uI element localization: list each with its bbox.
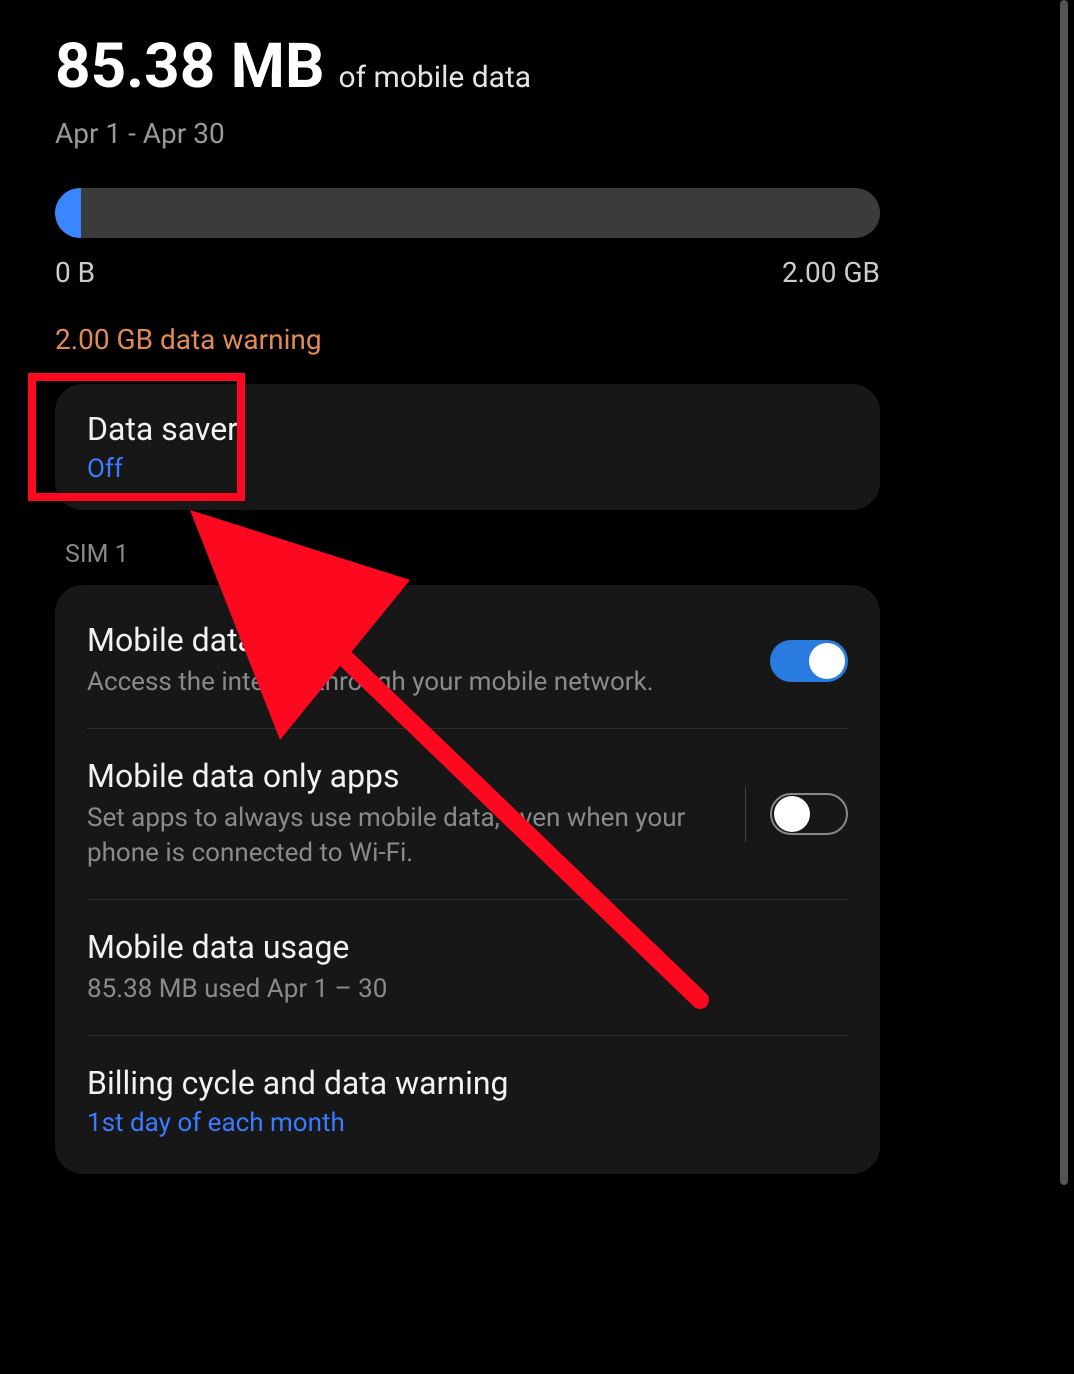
usage-progress-bar[interactable] bbox=[55, 188, 880, 238]
scrollbar[interactable] bbox=[1060, 0, 1068, 1185]
usage-headline: 85.38 MB of mobile data bbox=[55, 30, 880, 103]
usage-of-label: of mobile data bbox=[339, 60, 532, 95]
only-apps-sub: Set apps to always use mobile data, even… bbox=[87, 801, 715, 871]
toggle-divider bbox=[745, 787, 746, 842]
mobile-data-title: Mobile data bbox=[87, 621, 750, 659]
data-saver-status: Off bbox=[87, 454, 848, 484]
progress-min: 0 B bbox=[55, 256, 95, 289]
data-usage-screen: 85.38 MB of mobile data Apr 1 - Apr 30 0… bbox=[0, 0, 935, 1204]
mobile-data-usage-row[interactable]: Mobile data usage 85.38 MB used Apr 1 – … bbox=[87, 899, 848, 1035]
only-apps-toggle[interactable] bbox=[770, 793, 848, 835]
only-apps-title: Mobile data only apps bbox=[87, 757, 715, 795]
mobile-data-row[interactable]: Mobile data Access the internet through … bbox=[87, 611, 848, 728]
data-saver-item[interactable]: Data saver Off bbox=[55, 384, 880, 510]
mobile-data-sub: Access the internet through your mobile … bbox=[87, 665, 750, 700]
usage-row-title: Mobile data usage bbox=[87, 928, 828, 966]
usage-period: Apr 1 - Apr 30 bbox=[55, 117, 880, 150]
data-warning-text[interactable]: 2.00 GB data warning bbox=[55, 323, 880, 356]
billing-sub: 1st day of each month bbox=[87, 1108, 828, 1138]
billing-title: Billing cycle and data warning bbox=[87, 1064, 828, 1102]
sim-section-label: SIM 1 bbox=[65, 540, 880, 569]
usage-amount: 85.38 MB bbox=[55, 30, 325, 103]
usage-row-sub: 85.38 MB used Apr 1 – 30 bbox=[87, 972, 828, 1007]
usage-progress-fill bbox=[55, 188, 81, 238]
billing-cycle-row[interactable]: Billing cycle and data warning 1st day o… bbox=[87, 1035, 848, 1148]
mobile-data-toggle[interactable] bbox=[770, 640, 848, 682]
data-saver-title: Data saver bbox=[87, 410, 848, 448]
progress-labels: 0 B 2.00 GB bbox=[55, 256, 880, 289]
toggle-knob bbox=[774, 796, 810, 832]
mobile-data-only-apps-row[interactable]: Mobile data only apps Set apps to always… bbox=[87, 728, 848, 899]
progress-max: 2.00 GB bbox=[782, 256, 880, 289]
toggle-knob bbox=[809, 643, 845, 679]
sim-settings-card: Mobile data Access the internet through … bbox=[55, 585, 880, 1174]
